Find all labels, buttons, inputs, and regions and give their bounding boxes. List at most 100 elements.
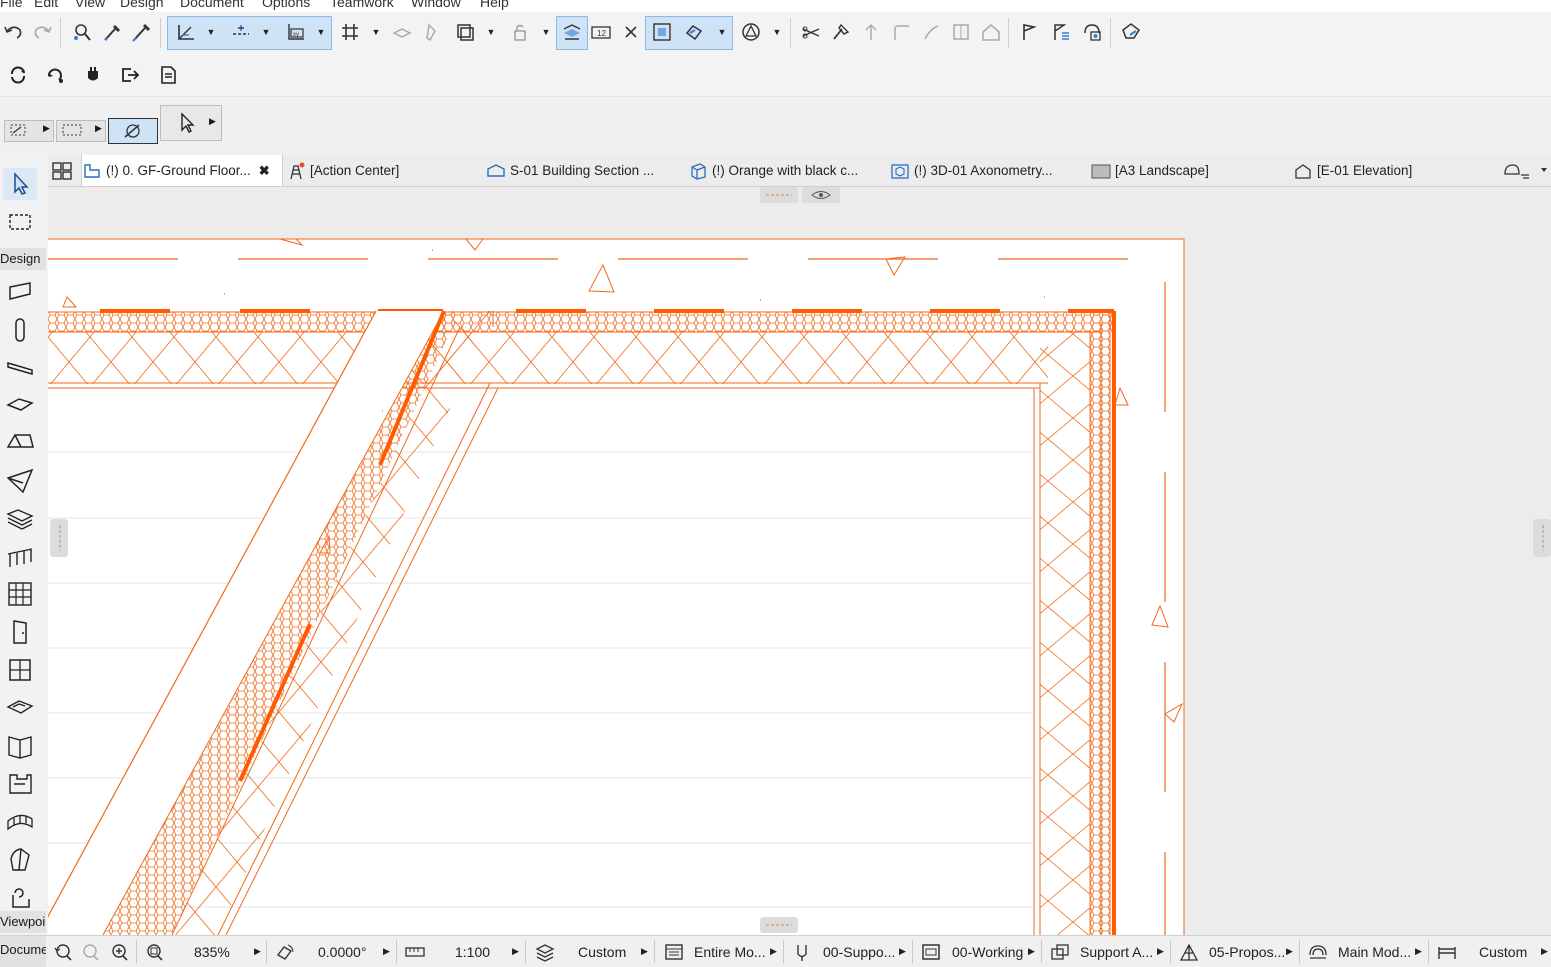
trim-icon[interactable]	[797, 18, 825, 46]
roof-icon[interactable]	[977, 18, 1005, 46]
refresh-icon[interactable]	[4, 61, 32, 89]
menu-edit[interactable]: Edit	[34, 0, 58, 10]
layer-combination-icon[interactable]	[534, 941, 556, 963]
mesh-tool-icon[interactable]	[3, 806, 37, 838]
arrow-tool-icon[interactable]	[3, 168, 37, 200]
magic-wand-button[interactable]	[108, 118, 158, 144]
zone-tool-icon[interactable]	[3, 882, 37, 914]
layer-combination-value[interactable]: Custom	[578, 936, 626, 967]
viewpoint-group-label[interactable]: Viewpoir	[0, 911, 46, 933]
tab-axonometry[interactable]: (!) 3D-01 Axonometry...	[890, 155, 1086, 186]
object-tool-icon[interactable]	[3, 768, 37, 800]
layers-icon[interactable]	[388, 18, 416, 46]
eyedropper-icon[interactable]	[98, 18, 126, 46]
right-panel-handle[interactable]	[1533, 519, 1551, 557]
beam-tool-icon[interactable]	[3, 352, 37, 384]
measure-icon[interactable]: 12	[587, 18, 615, 46]
marquee-polygon-button[interactable]: ▶	[4, 120, 54, 142]
curtain-wall-tool-icon[interactable]	[3, 578, 37, 610]
menu-teamwork[interactable]: Teamwork	[330, 0, 394, 10]
model-view-value[interactable]: Entire Mo...	[694, 936, 766, 967]
tab-overview-icon[interactable]	[51, 160, 73, 182]
renovation-dropdown-icon[interactable]: ▼	[771, 18, 783, 46]
zoom-value[interactable]: 835%	[194, 936, 230, 967]
layer-settings-icon[interactable]	[558, 18, 586, 46]
dimension-icon[interactable]	[1436, 941, 1458, 963]
lock-icon[interactable]	[506, 18, 534, 46]
menu-design[interactable]: Design	[120, 0, 164, 10]
renovation-filter-icon[interactable]	[1049, 941, 1071, 963]
dimension-arrow-icon[interactable]: ▶	[1541, 946, 1548, 957]
structure-arrow-icon[interactable]: ▶	[1286, 946, 1293, 957]
tab-a3-landscape[interactable]: [A3 Landscape]	[1091, 155, 1287, 186]
graphic-override-value[interactable]: 00-Working	[952, 936, 1023, 967]
redo-icon[interactable]	[28, 18, 56, 46]
roof-tool-icon[interactable]	[3, 426, 37, 458]
partial-structure-icon[interactable]	[1307, 941, 1329, 963]
issue-icon[interactable]	[1047, 18, 1075, 46]
grid-icon[interactable]	[336, 18, 364, 46]
railing-tool-icon[interactable]	[3, 541, 37, 573]
tab-action-center[interactable]: [Action Center]	[286, 155, 482, 186]
renovation-icon[interactable]	[737, 18, 765, 46]
floor-plan-canvas[interactable]	[48, 187, 1551, 935]
document-icon[interactable]	[154, 61, 182, 89]
reserve-icon[interactable]	[79, 61, 107, 89]
layer-arrow-icon[interactable]: ▶	[641, 946, 648, 957]
split-icon[interactable]	[947, 18, 975, 46]
dimension-value[interactable]: Custom	[1479, 936, 1527, 967]
graphic-override-arrow-icon[interactable]: ▶	[1028, 946, 1035, 957]
marquee-tool-icon[interactable]	[3, 206, 37, 238]
left-panel-handle[interactable]	[50, 519, 68, 557]
offset-icon[interactable]	[917, 18, 945, 46]
menu-window[interactable]: Window	[411, 0, 461, 10]
model-view-arrow-icon[interactable]: ▶	[770, 946, 777, 957]
trace-dropdown-icon[interactable]: ▼	[485, 18, 497, 46]
door-tool-icon[interactable]	[3, 616, 37, 648]
menu-options[interactable]: Options	[262, 0, 310, 10]
zoom-forward-icon[interactable]	[80, 941, 102, 963]
design-group-label[interactable]: Design	[0, 248, 46, 270]
cross-icon[interactable]	[617, 18, 645, 46]
stair-tool-icon[interactable]	[3, 503, 37, 535]
menu-document[interactable]: Document	[180, 0, 244, 10]
rotation-icon[interactable]	[274, 941, 296, 963]
tab-orange-3d[interactable]: (!) Orange with black c...	[688, 155, 884, 186]
rotation-arrow-icon[interactable]: ▶	[383, 946, 390, 957]
morph-tool-icon[interactable]	[3, 844, 37, 876]
arrow-tool-button[interactable]: ▶	[160, 105, 222, 141]
navigator-collapse-handle[interactable]	[760, 187, 798, 203]
coordinate-input-icon[interactable]: xy	[282, 18, 310, 46]
find-select-icon[interactable]	[68, 18, 96, 46]
scale-icon[interactable]	[404, 941, 426, 963]
partial-structure-value[interactable]: Main Mod...	[1338, 936, 1411, 967]
group-dropdown-icon[interactable]: ▼	[716, 18, 728, 46]
renovation-filter-value[interactable]: Support A...	[1080, 936, 1153, 967]
model-check-icon[interactable]	[1078, 18, 1106, 46]
pen-set-arrow-icon[interactable]: ▶	[899, 946, 906, 957]
skylight-tool-icon[interactable]	[3, 692, 37, 724]
tab-building-section[interactable]: S-01 Building Section ...	[486, 155, 682, 186]
graphic-override-icon[interactable]	[920, 941, 942, 963]
snap-guides-icon[interactable]	[227, 18, 255, 46]
adjust-icon[interactable]	[827, 18, 855, 46]
structure-display-icon[interactable]	[1178, 941, 1200, 963]
scale-value[interactable]: 1:100	[455, 936, 490, 967]
eye-icon[interactable]	[802, 187, 840, 203]
wall-tool-icon[interactable]	[3, 276, 37, 308]
pencil-icon[interactable]	[418, 18, 446, 46]
zoom-in-icon[interactable]	[109, 941, 131, 963]
guide-lines-icon[interactable]	[172, 18, 200, 46]
model-view-icon[interactable]	[663, 941, 685, 963]
window-tool-icon[interactable]	[3, 654, 37, 686]
fit-zoom-icon[interactable]	[144, 941, 166, 963]
menu-help[interactable]: Help	[480, 0, 509, 10]
send-receive-icon[interactable]	[41, 61, 69, 89]
bottom-panel-handle[interactable]	[760, 917, 798, 933]
pen-set-value[interactable]: 00-Suppo...	[823, 936, 895, 967]
partial-structure-arrow-icon[interactable]: ▶	[1415, 946, 1422, 957]
structure-display-value[interactable]: 05-Propos...	[1209, 936, 1285, 967]
marquee-rect-button[interactable]: ▶	[56, 120, 106, 142]
undo-icon[interactable]	[0, 18, 28, 46]
menu-view[interactable]: View	[75, 0, 105, 10]
